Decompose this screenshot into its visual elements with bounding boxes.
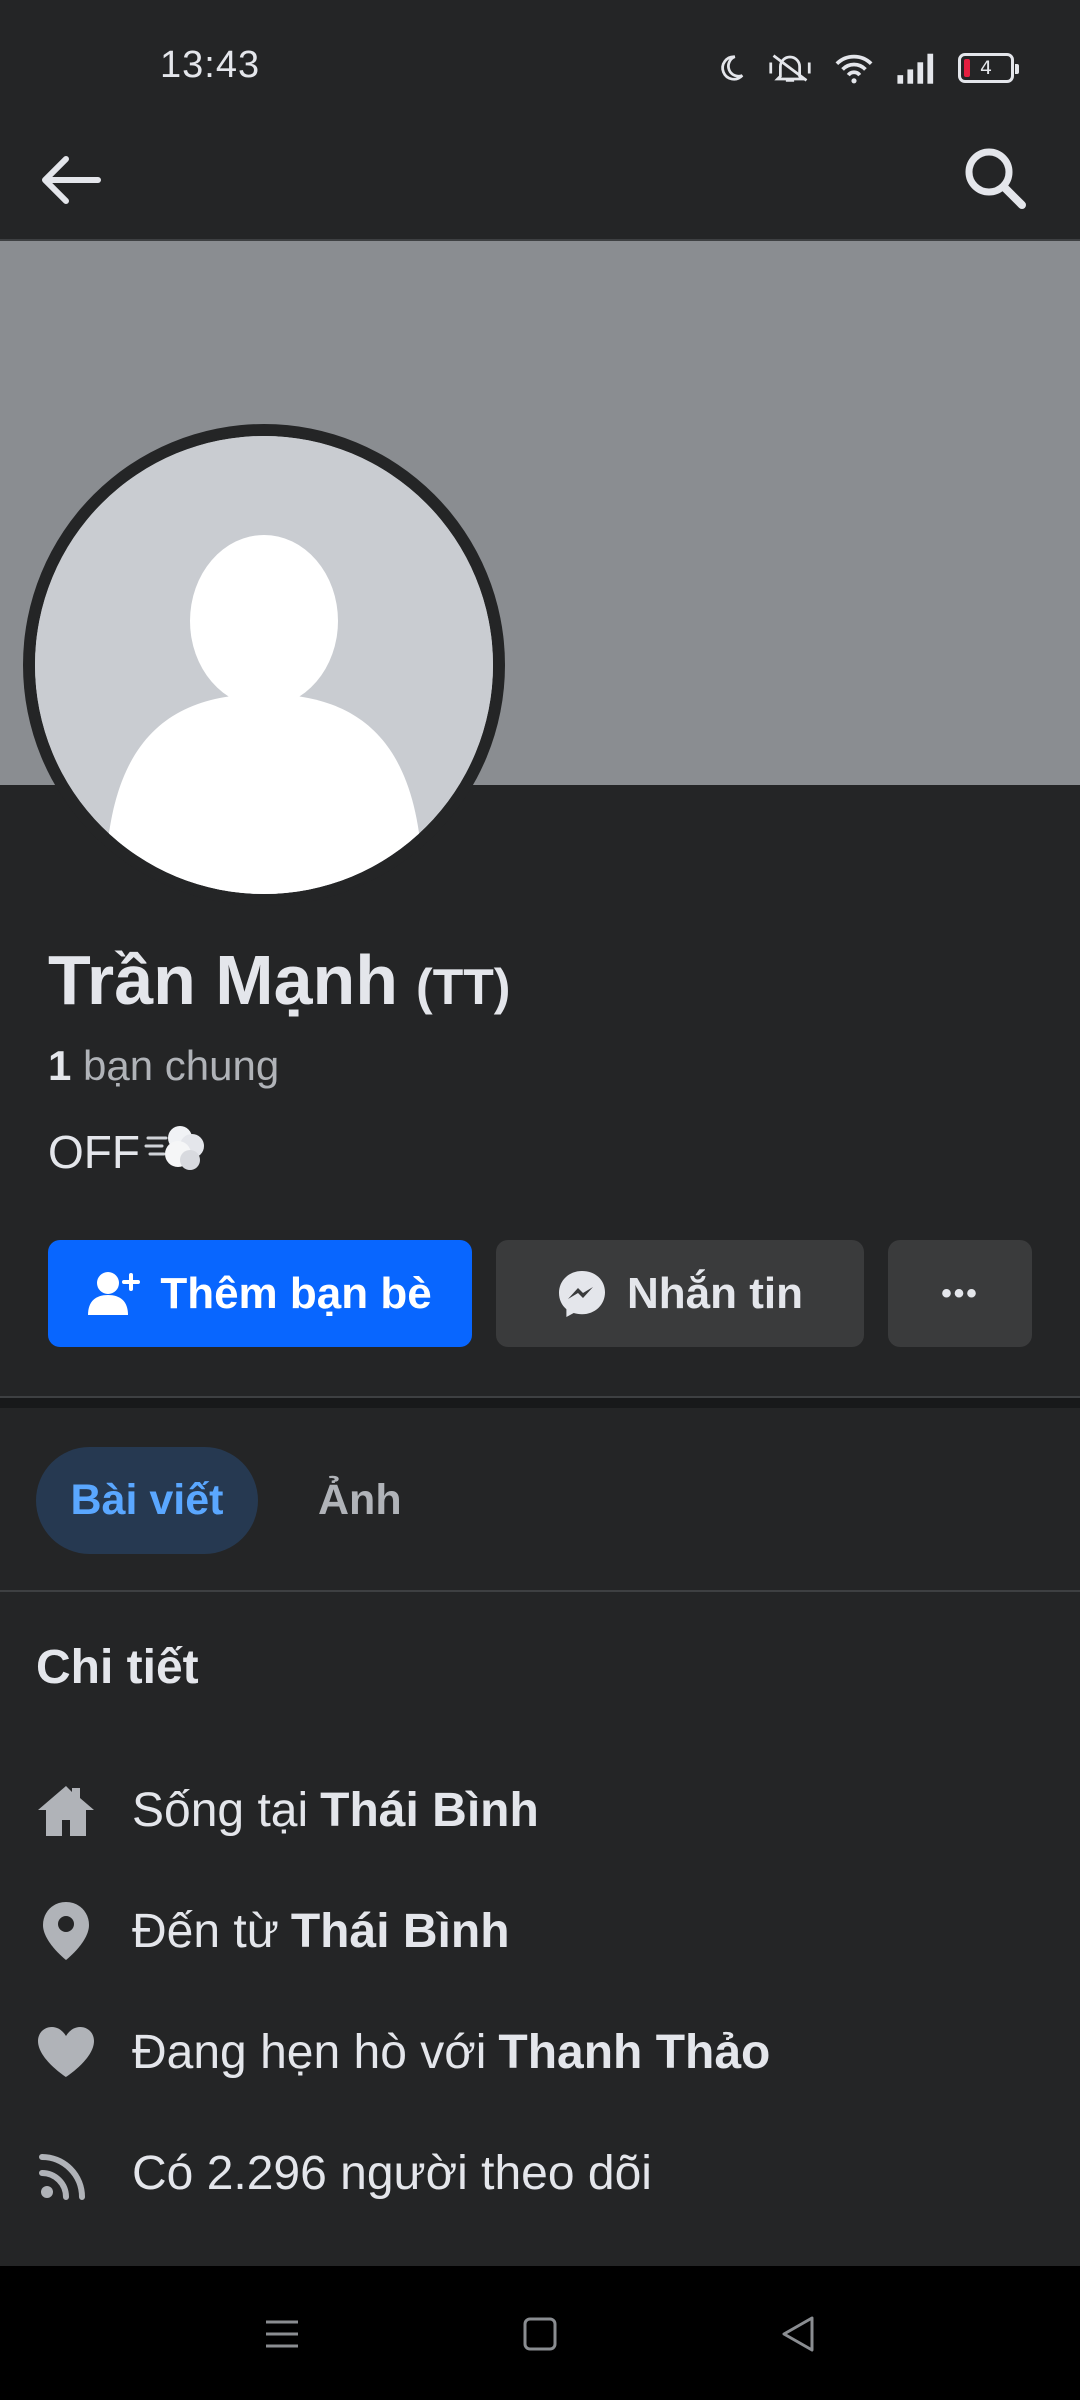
location-pin-icon	[36, 1901, 96, 1961]
detail-relationship-value: Thanh Thảo	[498, 2025, 771, 2079]
details-title: Chi tiết	[36, 1641, 199, 1694]
mutual-friends[interactable]: 1 bạn chung	[48, 1042, 279, 1090]
profile-picture[interactable]	[23, 424, 505, 906]
profile-name: Trần Mạnh	[48, 941, 399, 1019]
default-avatar-icon	[35, 436, 493, 894]
triangle-back-icon	[782, 2316, 814, 2352]
detail-from-value: Thái Bình	[290, 1904, 510, 1958]
signal-icon	[896, 52, 936, 84]
battery-level: 4	[979, 57, 993, 79]
mutual-friends-count: 1	[48, 1042, 72, 1089]
bio-text: OFF	[48, 1125, 140, 1178]
arrow-left-icon	[42, 156, 101, 204]
search-icon	[965, 148, 1026, 209]
profile-bio: OFF	[48, 1120, 206, 1183]
dashing-away-emoji-icon	[144, 1120, 206, 1183]
search-button[interactable]	[960, 143, 1030, 213]
top-nav	[0, 135, 1080, 240]
profile-name-row: Trần Mạnh (TT)	[48, 940, 510, 1020]
more-options-button[interactable]: •••	[888, 1240, 1032, 1347]
detail-lives-in-prefix: Sống tại	[132, 1783, 309, 1837]
messenger-icon	[559, 1270, 605, 1317]
detail-from-prefix: Đến từ	[132, 1904, 279, 1958]
status-bar: 13:43 4	[0, 0, 1080, 135]
tab-photos[interactable]: Ảnh	[300, 1447, 420, 1554]
detail-relationship-prefix: Đang hẹn hò với	[132, 2025, 487, 2079]
back-button[interactable]	[36, 145, 106, 215]
section-divider	[0, 1396, 1080, 1408]
square-icon	[523, 2317, 557, 2351]
detail-relationship[interactable]: Đang hẹn hò với Thanh Thảo	[36, 2012, 770, 2092]
more-options-icon: •••	[941, 1276, 979, 1310]
avatar	[35, 436, 493, 894]
rss-icon	[36, 2143, 96, 2203]
message-button[interactable]: Nhắn tin	[496, 1240, 864, 1347]
tab-posts[interactable]: Bài viết	[36, 1447, 258, 1554]
home-icon	[36, 1780, 96, 1840]
detail-lives-in-value: Thái Bình	[320, 1783, 539, 1837]
add-friend-label: Thêm bạn bè	[160, 1268, 432, 1318]
status-icons: 4	[716, 48, 1019, 88]
recent-apps-button[interactable]	[252, 2306, 312, 2362]
mutual-friends-label: bạn chung	[83, 1042, 280, 1089]
menu-icon	[266, 2320, 298, 2348]
home-button[interactable]	[510, 2306, 570, 2362]
heart-icon	[36, 2022, 96, 2082]
detail-followers[interactable]: Có 2.296 người theo dõi	[36, 2133, 652, 2213]
wifi-icon	[834, 52, 874, 84]
battery-icon: 4	[958, 53, 1019, 83]
message-label: Nhắn tin	[627, 1268, 803, 1318]
profile-name-suffix: (TT)	[416, 959, 511, 1015]
moon-icon	[716, 53, 746, 83]
system-back-button[interactable]	[768, 2306, 828, 2362]
detail-from[interactable]: Đến từ Thái Bình	[36, 1891, 510, 1971]
add-friend-icon	[88, 1271, 141, 1315]
detail-followers-text: Có 2.296 người theo dõi	[132, 2146, 652, 2200]
mute-icon	[768, 51, 812, 85]
add-friend-button[interactable]: Thêm bạn bè	[48, 1240, 472, 1347]
status-time: 13:43	[160, 44, 261, 86]
system-nav-bar	[0, 2266, 1080, 2400]
detail-lives-in[interactable]: Sống tại Thái Bình	[36, 1770, 539, 1850]
tabs-divider	[0, 1590, 1080, 1592]
